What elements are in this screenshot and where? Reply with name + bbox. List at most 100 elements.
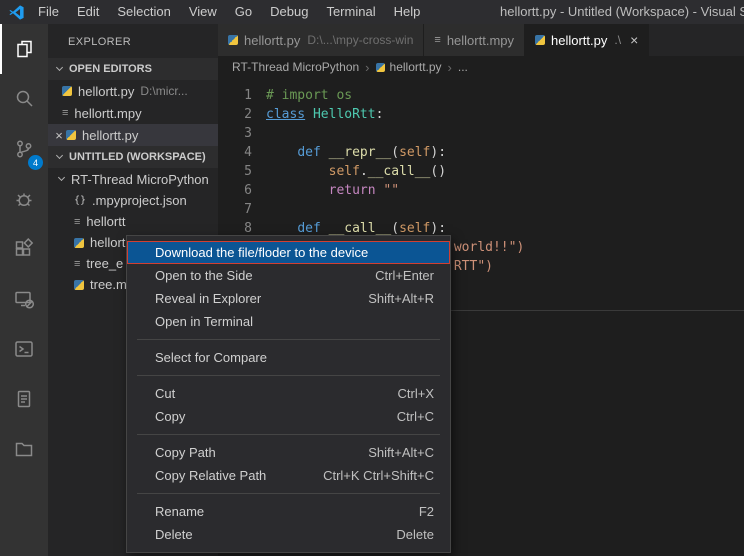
- breadcrumb-folder[interactable]: RT-Thread MicroPython: [232, 60, 359, 74]
- menu-item-select-for-compare[interactable]: Select for Compare: [127, 346, 450, 369]
- tab-label: hellortt.mpy: [447, 33, 514, 48]
- open-editor-item-active[interactable]: × hellortt.py: [48, 124, 218, 146]
- python-file-icon: [66, 130, 76, 140]
- menu-item-label: Select for Compare: [155, 350, 267, 365]
- line-number: 5: [218, 162, 252, 181]
- mpy-file-icon: ≡: [74, 217, 80, 227]
- line-number: 4: [218, 143, 252, 162]
- menu-item-open-in-terminal[interactable]: Open in Terminal: [127, 310, 450, 333]
- menu-view[interactable]: View: [180, 0, 226, 24]
- menu-item-cut[interactable]: Cut Ctrl+X: [127, 382, 450, 405]
- python-file-icon: [535, 35, 545, 45]
- file-name: tree.m: [90, 277, 127, 292]
- menu-item-shortcut: Ctrl+X: [398, 386, 434, 401]
- menu-separator: [137, 434, 440, 435]
- menu-item-label: Reveal in Explorer: [155, 291, 261, 306]
- close-icon[interactable]: ×: [630, 32, 638, 48]
- mpy-file-icon: ≡: [62, 108, 68, 118]
- context-menu: Download the file/floder to the device O…: [126, 235, 451, 553]
- chevron-down-icon: [56, 64, 63, 71]
- file-path: D:\micr...: [140, 84, 187, 98]
- extensions-icon[interactable]: [0, 224, 48, 274]
- menu-item-rename[interactable]: Rename F2: [127, 500, 450, 523]
- chevron-down-icon: [56, 152, 63, 159]
- code-line: 5 self.__call__(): [218, 162, 744, 181]
- menu-item-delete[interactable]: Delete Delete: [127, 523, 450, 546]
- activity-bar: 4: [0, 24, 48, 556]
- debug-icon[interactable]: [0, 174, 48, 224]
- tree-folder-rt-thread[interactable]: RT-Thread MicroPython: [48, 168, 218, 190]
- code-line: 4 def __repr__(self):: [218, 143, 744, 162]
- breadcrumb-file[interactable]: hellortt.py: [390, 60, 442, 74]
- file-name: hellort: [90, 235, 125, 250]
- menu-item-download-to-device[interactable]: Download the file/floder to the device: [127, 241, 450, 264]
- tab-bar: hellortt.py D:\...\mpy-cross-win ≡ hello…: [218, 24, 744, 56]
- menu-go[interactable]: Go: [226, 0, 261, 24]
- menu-item-open-to-side[interactable]: Open to the Side Ctrl+Enter: [127, 264, 450, 287]
- explorer-icon[interactable]: [0, 24, 48, 74]
- menu-selection[interactable]: Selection: [108, 0, 179, 24]
- python-file-icon: [376, 63, 385, 72]
- tree-file[interactable]: {} .mpyproject.json: [48, 190, 218, 211]
- menu-item-label: Open in Terminal: [155, 314, 253, 329]
- breadcrumb-more[interactable]: ...: [458, 60, 468, 74]
- menu-item-copy-path[interactable]: Copy Path Shift+Alt+C: [127, 441, 450, 464]
- code-line: 3: [218, 124, 744, 143]
- menu-item-shortcut: Delete: [396, 527, 434, 542]
- file-name: hellortt: [86, 214, 125, 229]
- device-icon[interactable]: [0, 274, 48, 324]
- title-bar: File Edit Selection View Go Debug Termin…: [0, 0, 744, 24]
- menu-item-copy-relative-path[interactable]: Copy Relative Path Ctrl+K Ctrl+Shift+C: [127, 464, 450, 487]
- file-name: tree_e: [86, 256, 123, 271]
- menu-separator: [137, 493, 440, 494]
- open-editor-item[interactable]: ≡ hellortt.mpy: [48, 102, 218, 124]
- line-number: 7: [218, 200, 252, 219]
- tab-path: D:\...\mpy-cross-win: [307, 33, 413, 47]
- tab-hellortt-py-active[interactable]: hellortt.py .\ ×: [525, 24, 649, 56]
- chevron-down-icon: [58, 174, 65, 181]
- open-editors-label: OPEN EDITORS: [69, 63, 152, 75]
- menu-item-label: Open to the Side: [155, 268, 253, 283]
- python-file-icon: [74, 280, 84, 290]
- terminal-icon[interactable]: [0, 324, 48, 374]
- tree-file[interactable]: ≡ hellortt: [48, 211, 218, 232]
- chevron-right-icon: ›: [365, 60, 369, 75]
- line-number: 3: [218, 124, 252, 143]
- menu-item-shortcut: Ctrl+K Ctrl+Shift+C: [323, 468, 434, 483]
- tab-path: .\: [614, 33, 621, 47]
- menu-edit[interactable]: Edit: [68, 0, 108, 24]
- workspace-header[interactable]: UNTITLED (WORKSPACE): [48, 146, 218, 168]
- folder-icon[interactable]: [0, 424, 48, 474]
- menu-file[interactable]: File: [29, 0, 68, 24]
- menu-item-reveal-in-explorer[interactable]: Reveal in Explorer Shift+Alt+R: [127, 287, 450, 310]
- search-icon[interactable]: [0, 74, 48, 124]
- tab-hellortt-py-external[interactable]: hellortt.py D:\...\mpy-cross-win: [218, 24, 424, 56]
- line-number: 1: [218, 86, 252, 105]
- menu-debug[interactable]: Debug: [261, 0, 317, 24]
- python-file-icon: [228, 35, 238, 45]
- line-number: 2: [218, 105, 252, 124]
- menu-separator: [137, 339, 440, 340]
- breadcrumb: RT-Thread MicroPython › hellortt.py › ..…: [218, 56, 744, 78]
- menu-item-label: Rename: [155, 504, 204, 519]
- document-icon[interactable]: [0, 374, 48, 424]
- menu-item-shortcut: Ctrl+C: [397, 409, 434, 424]
- code-line: 6 return "": [218, 181, 744, 200]
- menu-item-label: Download the file/floder to the device: [155, 245, 368, 260]
- open-editors-header[interactable]: OPEN EDITORS: [48, 58, 218, 80]
- chevron-right-icon: ›: [448, 60, 452, 75]
- folder-name: RT-Thread MicroPython: [71, 172, 209, 187]
- source-control-icon[interactable]: 4: [0, 124, 48, 174]
- menu-item-copy[interactable]: Copy Ctrl+C: [127, 405, 450, 428]
- tab-label: hellortt.py: [244, 33, 300, 48]
- menu-terminal[interactable]: Terminal: [317, 0, 384, 24]
- tab-hellortt-mpy[interactable]: ≡ hellortt.mpy: [424, 24, 525, 56]
- code-line: 1 # import os: [218, 86, 744, 105]
- file-name: hellortt.py: [82, 128, 138, 143]
- menu-help[interactable]: Help: [385, 0, 430, 24]
- open-editor-item[interactable]: hellortt.py D:\micr...: [48, 80, 218, 102]
- close-icon[interactable]: ×: [52, 128, 66, 143]
- mpy-file-icon: ≡: [74, 259, 80, 269]
- python-file-icon: [62, 86, 72, 96]
- menu-item-label: Copy Path: [155, 445, 216, 460]
